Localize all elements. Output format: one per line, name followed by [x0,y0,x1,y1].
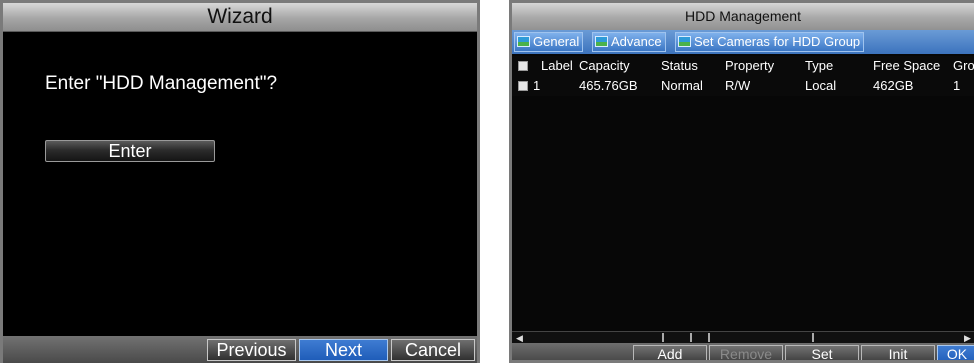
remove-button: Remove [709,345,783,360]
column-capacity: Capacity [579,58,630,73]
init-button[interactable]: Init [861,345,935,360]
row-group: 1 [953,78,961,93]
column-label: Label [541,58,573,73]
hdd-footer: Add Remove Set Init OK [512,343,974,360]
column-type: Type [805,58,834,73]
scroll-tick [690,333,692,342]
row-status: Normal [661,78,703,93]
hdd-management-window: HDD Management General Advance Set Camer… [509,0,974,363]
table-row[interactable]: 1 465.76GB Normal R/W Local 462GB 1 [512,76,974,96]
wizard-window: Wizard Enter "HDD Management"? Enter Pre… [0,0,480,363]
row-type: Local [805,78,837,93]
landscape-icon [595,36,608,47]
wizard-footer: Previous Next Cancel [3,336,477,363]
column-property: Property [725,58,775,73]
set-button[interactable]: Set [785,345,859,360]
tab-general-label: General [533,34,580,49]
previous-button[interactable]: Previous [207,339,296,361]
landscape-icon [678,36,691,47]
wizard-title: Wizard [3,3,477,32]
tab-advance-label: Advance [611,34,662,49]
tab-general[interactable]: General [514,32,584,52]
tab-advance[interactable]: Advance [592,32,666,52]
scroll-tick [662,333,664,342]
row-capacity: 465.76GB [579,78,638,93]
scroll-tick [812,333,814,342]
row-checkbox[interactable] [518,81,528,91]
row-free-space: 462GB [873,78,914,93]
ok-button[interactable]: OK [937,345,974,360]
enter-button[interactable]: Enter [45,140,215,162]
tab-set-cameras[interactable]: Set Cameras for HDD Group [675,32,865,52]
select-all-checkbox[interactable] [518,61,528,71]
tab-bar: General Advance Set Cameras for HDD Grou… [512,30,974,54]
wizard-prompt: Enter "HDD Management"? [45,73,278,94]
landscape-icon [517,36,530,47]
next-button[interactable]: Next [299,339,388,361]
scroll-tick [708,333,710,342]
add-button[interactable]: Add [633,345,707,360]
table-header: Label Capacity Status Property Type Free… [512,56,974,76]
column-free-space: Free Space [873,58,941,73]
cancel-button[interactable]: Cancel [391,339,475,361]
column-group: Gro [953,58,974,73]
column-status: Status [661,58,698,73]
hdd-title: HDD Management [512,3,974,30]
row-label: 1 [533,78,541,93]
tab-set-cameras-label: Set Cameras for HDD Group [694,34,861,49]
row-property: R/W [725,78,751,93]
